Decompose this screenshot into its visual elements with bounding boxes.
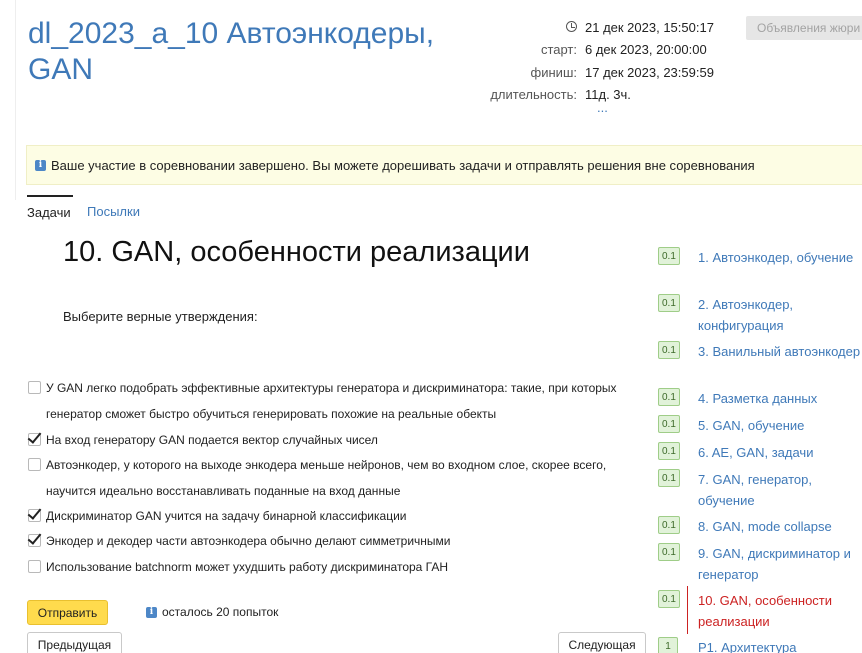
sidebar-item-label[interactable]: 10. GAN, особенности реализации xyxy=(698,590,862,632)
option-checkbox[interactable] xyxy=(28,509,41,522)
jury-announcements-button[interactable]: Объявления жюри xyxy=(746,16,862,40)
score-badge: 0.1 xyxy=(658,247,680,265)
page-border xyxy=(15,0,16,200)
sidebar-item-label[interactable]: 1. Автоэнкодер, обучение xyxy=(698,247,862,268)
answer-option[interactable]: Энкодер и декодер части автоэнкодера обы… xyxy=(28,528,628,554)
attempts-info: i осталось 20 попыток xyxy=(146,605,278,619)
info-icon: i xyxy=(35,159,46,171)
previous-button[interactable]: Предыдущая xyxy=(27,632,122,653)
finish-label: финиш: xyxy=(530,64,577,80)
score-badge: 1 xyxy=(658,637,678,653)
task-prompt: Выберите верные утверждения: xyxy=(63,309,258,324)
start-value: 6 дек 2023, 20:00:00 xyxy=(585,42,707,58)
notice-text: Ваше участие в соревновании завершено. В… xyxy=(51,157,755,173)
option-text: Энкодер и декодер части автоэнкодера обы… xyxy=(46,534,451,548)
submit-button[interactable]: Отправить xyxy=(27,600,108,625)
finish-value: 17 дек 2023, 23:59:59 xyxy=(585,64,714,80)
score-badge: 0.1 xyxy=(658,469,680,487)
sidebar-item-label[interactable]: 5. GAN, обучение xyxy=(698,415,862,436)
score-badge: 0.1 xyxy=(658,341,680,359)
score-badge: 0.1 xyxy=(658,516,680,534)
clock-icon xyxy=(566,20,577,32)
answer-option[interactable]: Дискриминатор GAN учится на задачу бинар… xyxy=(28,503,628,529)
sidebar-item-label[interactable]: 9. GAN, дискриминатор и генератор xyxy=(698,543,862,585)
current-time: 21 дек 2023, 15:50:17 xyxy=(585,19,714,35)
option-text: На вход генератору GAN подается вектор с… xyxy=(46,433,378,447)
answer-option[interactable]: На вход генератору GAN подается вектор с… xyxy=(28,427,628,453)
sidebar-item-label[interactable]: 7. GAN, генератор, обучение xyxy=(698,469,862,511)
sidebar-item-label[interactable]: 4. Разметка данных xyxy=(698,388,862,409)
option-checkbox[interactable] xyxy=(28,458,41,471)
more-link[interactable]: ... xyxy=(597,100,608,115)
page-title: dl_2023_a_10 Автоэнкодеры, GAN xyxy=(28,17,435,86)
score-badge: 0.1 xyxy=(658,590,680,608)
option-checkbox[interactable] xyxy=(28,433,41,446)
score-badge: 0.1 xyxy=(658,388,680,406)
option-text: Использование batchnorm может ухудшить р… xyxy=(46,560,449,574)
score-badge: 0.1 xyxy=(658,442,680,460)
option-checkbox[interactable] xyxy=(28,381,41,394)
tab-tasks[interactable]: Задачи xyxy=(27,195,73,225)
option-text: У GAN легко подобрать эффективные архите… xyxy=(46,381,617,421)
score-badge: 0.1 xyxy=(658,415,680,433)
sidebar-item-label[interactable]: 8. GAN, mode collapse xyxy=(698,516,862,537)
attempts-text: осталось 20 попыток xyxy=(162,605,279,619)
info-icon: i xyxy=(146,606,157,618)
task-title: 10. GAN, особенности реализации xyxy=(63,236,530,268)
option-checkbox[interactable] xyxy=(28,534,41,547)
tab-submissions[interactable]: Посылки xyxy=(87,195,140,225)
answer-option[interactable]: У GAN легко подобрать эффективные архите… xyxy=(28,375,628,427)
sidebar-item-label[interactable]: 6. AE, GAN, задачи xyxy=(698,442,862,463)
participation-notice: i Ваше участие в соревновании завершено.… xyxy=(26,145,862,185)
option-text: Дискриминатор GAN учится на задачу бинар… xyxy=(46,509,407,523)
answer-option[interactable]: Автоэнкодер, у которого на выходе энкоде… xyxy=(28,452,628,504)
score-badge: 0.1 xyxy=(658,543,680,561)
option-checkbox[interactable] xyxy=(28,560,41,573)
score-badge: 0.1 xyxy=(658,294,680,312)
option-text: Автоэнкодер, у которого на выходе энкоде… xyxy=(46,458,607,498)
answer-option[interactable]: Использование batchnorm может ухудшить р… xyxy=(28,554,628,580)
active-item-indicator xyxy=(687,586,688,634)
start-label: старт: xyxy=(540,42,577,58)
sidebar-item-label[interactable]: 3. Ванильный автоэнкодер xyxy=(698,341,862,362)
duration-value: 11д. 3ч. xyxy=(585,87,631,103)
contest-meta: 21 дек 2023, 15:50:17 старт: 6 дек 2023,… xyxy=(440,16,740,106)
sidebar-item-label[interactable]: 2. Автоэнкодер, конфигурация xyxy=(698,294,862,336)
duration-label: длительность: xyxy=(490,87,577,103)
sidebar-item-label[interactable]: P1. Архитектура xyxy=(698,637,862,653)
next-button[interactable]: Следующая xyxy=(558,632,646,653)
